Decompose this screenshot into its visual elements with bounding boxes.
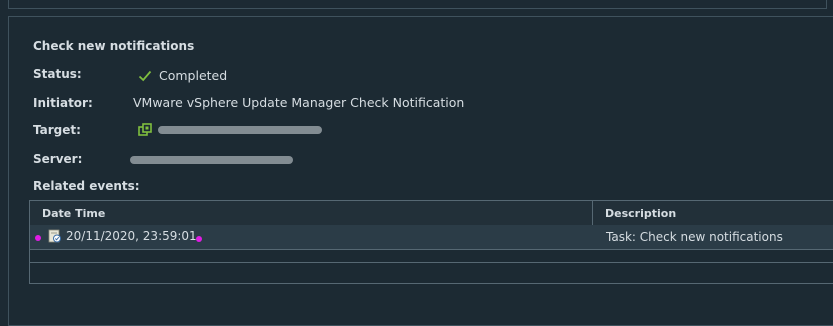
server-value — [130, 152, 293, 167]
task-title: Check new notifications — [33, 39, 195, 53]
table-row-empty — [30, 250, 833, 263]
server-redacted — [130, 156, 293, 164]
status-label: Status: — [33, 67, 82, 81]
server-label: Server: — [33, 152, 83, 166]
column-divider[interactable] — [592, 201, 593, 225]
related-events-table: Date Time Description 20/11/2020, 23:59:… — [29, 200, 833, 284]
check-icon — [138, 69, 152, 83]
status-value: Completed — [138, 68, 227, 83]
target-label: Target: — [33, 123, 81, 137]
target-link[interactable] — [138, 123, 322, 137]
target-redacted — [158, 126, 322, 134]
description-cell: Task: Check new notifications — [606, 230, 783, 244]
status-text: Completed — [159, 68, 228, 83]
vm-host-icon — [138, 123, 152, 137]
table-row[interactable]: 20/11/2020, 23:59:01 Task: Check new not… — [30, 225, 833, 250]
marker-dot — [35, 235, 41, 241]
datetime-text: 20/11/2020, 23:59:01 — [66, 229, 197, 243]
column-header-date-time[interactable]: Date Time — [42, 207, 105, 220]
related-events-label: Related events: — [33, 179, 140, 193]
marker-dot — [196, 236, 202, 242]
event-task-icon — [48, 229, 62, 243]
initiator-value: VMware vSphere Update Manager Check Noti… — [133, 95, 465, 110]
table-header: Date Time Description — [30, 201, 833, 226]
top-panel-frame — [8, 0, 827, 9]
column-header-description[interactable]: Description — [605, 207, 676, 220]
initiator-label: Initiator: — [33, 96, 93, 110]
datetime-cell: 20/11/2020, 23:59:01 — [48, 229, 197, 243]
